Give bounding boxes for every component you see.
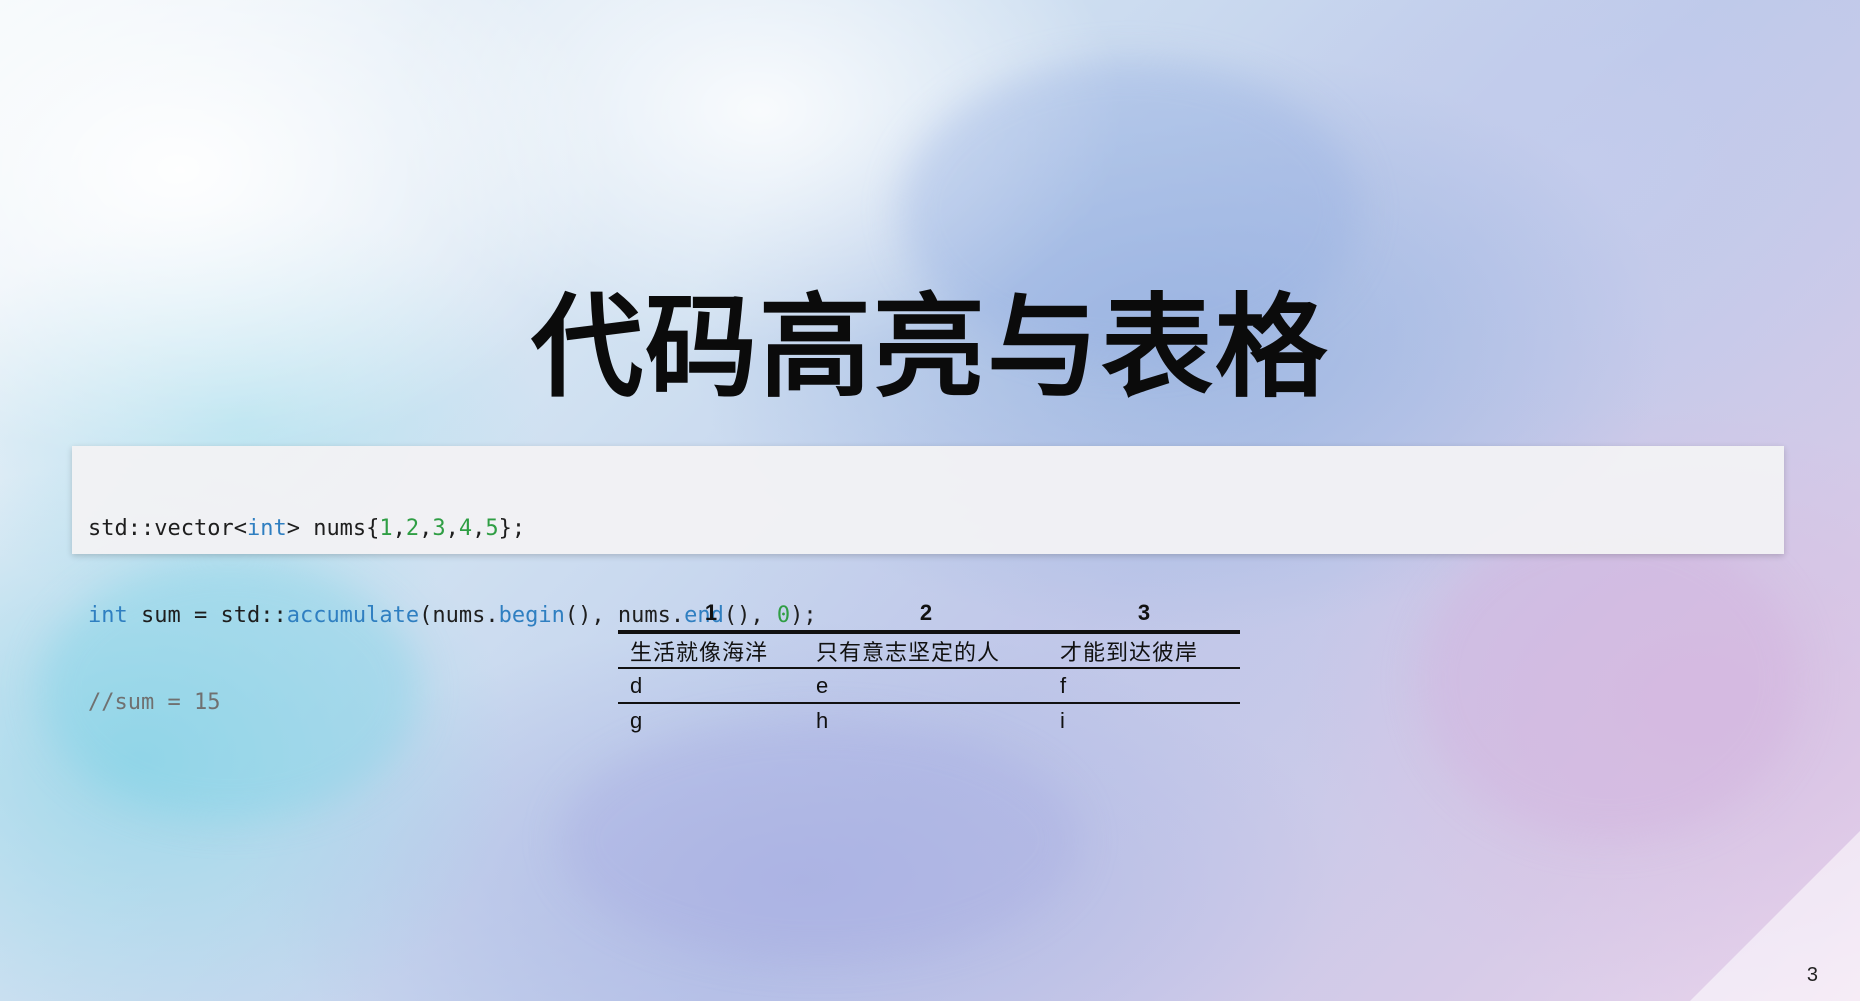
table-cell: f [1048,668,1240,704]
slide-title: 代码高亮与表格 [531,283,1329,413]
page-corner-fold [1690,831,1860,1001]
slide-background: 代码高亮与表格 std::vector<int> nums{1,2,3,4,5}… [0,0,1860,1001]
code-token: , [419,516,433,541]
table-cell: e [804,668,1048,704]
table-row: 生活就像海洋 只有意志坚定的人 才能到达彼岸 [618,632,1240,669]
table-cell: 只有意志坚定的人 [804,632,1048,669]
code-token: , [472,516,486,541]
code-token: 4 [458,516,473,541]
table-row: d e f [618,668,1240,704]
code-token: //sum = 15 [88,690,221,715]
table-cell: h [816,707,830,733]
table-header-cell: 3 [1048,596,1240,634]
table-cell: g [630,707,644,733]
code-token: , [392,516,406,541]
code-token: 2 [405,516,420,541]
code-line-1: std::vector<int> nums{1,2,3,4,5}; [88,514,1768,543]
code-token: accumulate [286,603,420,628]
code-token: int [246,516,287,541]
code-token: 5 [485,516,499,541]
code-token: int [88,603,128,628]
table-row: g h i [618,703,1240,737]
code-token: }; [498,516,526,541]
code-token: > nums{ [286,516,380,541]
data-table: 1 2 3 生活就像海洋 只有意志坚定的人 才能到达彼岸 d e f g h i [618,596,1240,737]
table-header-row: 1 2 3 [618,596,1240,634]
table-header-cell: 2 [804,596,1048,634]
code-token: begin [498,603,565,628]
code-token: sum = std:: [127,603,287,628]
page-number: 3 [1806,964,1818,986]
code-token: std::vector< [88,516,247,541]
table-cell: 才能到达彼岸 [1048,632,1240,669]
table-cell: 生活就像海洋 [618,632,804,669]
table-cell: d [618,668,804,704]
table-header-cell: 1 [618,596,804,634]
code-token: (nums. [419,603,499,628]
code-token: 1 [379,516,393,541]
code-token: 3 [432,516,446,541]
code-token: , [445,516,459,541]
code-block: std::vector<int> nums{1,2,3,4,5}; int su… [72,446,1784,715]
table-cell: i [1060,707,1066,733]
